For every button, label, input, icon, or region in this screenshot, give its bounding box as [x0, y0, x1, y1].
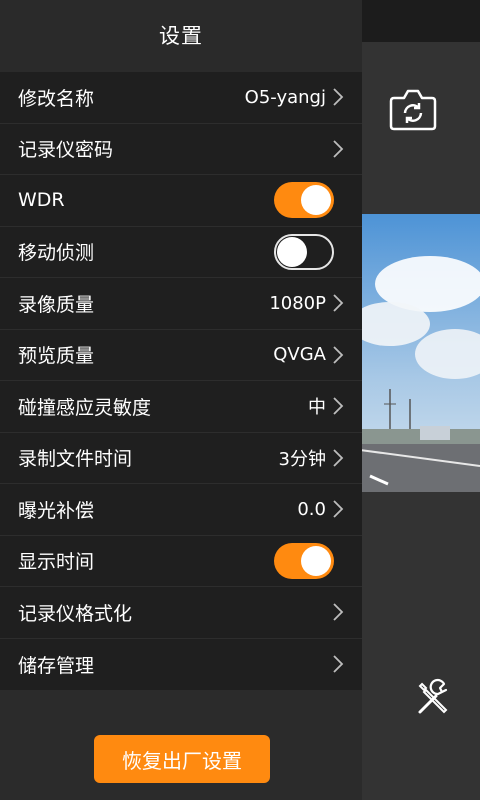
setting-label: 记录仪密码: [18, 139, 114, 162]
setting-format-recorder[interactable]: 记录仪格式化: [0, 587, 362, 639]
setting-recorder-password[interactable]: 记录仪密码: [0, 124, 362, 175]
toggle-knob: [301, 545, 331, 576]
setting-value: 1080P: [269, 292, 326, 314]
setting-value: 0.0: [297, 498, 326, 520]
setting-value: O5-yangj: [244, 86, 326, 108]
setting-label: 碰撞感应灵敏度: [18, 396, 152, 419]
setting-recording-file-duration[interactable]: 录制文件时间 3分钟: [0, 433, 362, 484]
wdr-toggle[interactable]: [274, 182, 334, 219]
setting-motion-detection: 移动侦测: [0, 227, 362, 278]
drawer-header: 设置: [0, 0, 362, 70]
setting-label: WDR: [18, 189, 65, 212]
chevron-right-icon: [333, 500, 344, 518]
setting-label: 修改名称: [18, 87, 95, 110]
setting-wdr: WDR: [0, 175, 362, 227]
setting-label: 移动侦测: [18, 242, 95, 265]
camera-switch-icon[interactable]: [388, 86, 438, 132]
setting-label: 显示时间: [18, 551, 95, 574]
setting-video-quality[interactable]: 录像质量 1080P: [0, 278, 362, 330]
page-title: 设置: [159, 24, 203, 48]
toggle-knob: [277, 236, 307, 267]
chevron-right-icon: [333, 655, 344, 673]
toggle-knob: [301, 185, 331, 216]
chevron-right-icon: [333, 603, 344, 621]
settings-list: 修改名称 O5-yangj 记录仪密码 WDR 移动侦测 录像质量 1080P …: [0, 72, 362, 690]
setting-rename[interactable]: 修改名称 O5-yangj: [0, 72, 362, 124]
setting-value: 3分钟: [278, 448, 326, 470]
chevron-right-icon: [333, 294, 344, 312]
setting-show-time: 显示时间: [0, 536, 362, 587]
chevron-right-icon: [333, 88, 344, 106]
setting-collision-sensitivity[interactable]: 碰撞感应灵敏度 中: [0, 381, 362, 433]
setting-storage-management[interactable]: 储存管理: [0, 639, 362, 691]
setting-value: QVGA: [273, 344, 326, 366]
camera-preview: [360, 214, 480, 492]
show-time-toggle[interactable]: [274, 542, 334, 579]
tools-icon[interactable]: [414, 678, 454, 718]
setting-exposure-compensation[interactable]: 曝光补偿 0.0: [0, 484, 362, 536]
chevron-right-icon: [333, 346, 344, 364]
setting-label: 记录仪格式化: [18, 602, 133, 625]
chevron-right-icon: [333, 140, 344, 158]
setting-label: 曝光补偿: [18, 499, 95, 522]
top-bar: [362, 0, 480, 42]
motion-detection-toggle[interactable]: [274, 233, 334, 270]
setting-label: 预览质量: [18, 345, 95, 368]
settings-drawer: 设置 修改名称 O5-yangj 记录仪密码 WDR 移动侦测 录像质量 108…: [0, 0, 362, 800]
setting-preview-quality[interactable]: 预览质量 QVGA: [0, 330, 362, 381]
factory-reset-button[interactable]: 恢复出厂设置: [94, 735, 270, 783]
setting-label: 储存管理: [18, 654, 95, 677]
chevron-right-icon: [333, 449, 344, 467]
setting-label: 录制文件时间: [18, 448, 133, 471]
setting-label: 录像质量: [18, 293, 95, 316]
chevron-right-icon: [333, 397, 344, 415]
setting-value: 中: [308, 397, 326, 419]
